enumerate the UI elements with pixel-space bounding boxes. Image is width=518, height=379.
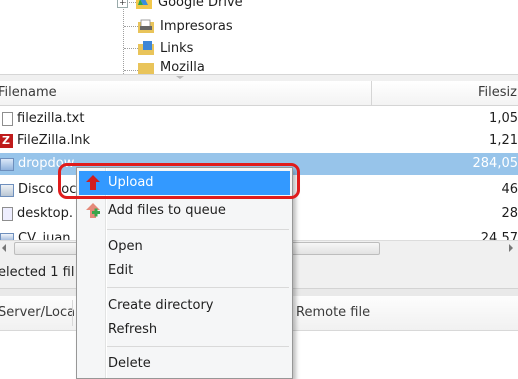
file-size: 46 [501, 179, 518, 201]
menu-separator [107, 229, 289, 230]
tree-item-impresoras[interactable]: Impresoras [124, 16, 233, 36]
file-size: 28 [501, 203, 518, 225]
filezilla-icon: Z [0, 134, 13, 148]
menu-item-edit[interactable]: Edit [79, 259, 290, 283]
menu-item-label: Refresh [108, 318, 157, 342]
column-divider[interactable] [371, 81, 372, 105]
file-name: desktop. [17, 203, 73, 225]
menu-item-delete[interactable]: Delete [79, 352, 290, 376]
file-size: 1,05 [489, 108, 518, 130]
file-size: 284,05 [473, 153, 518, 175]
highlight-callout [58, 163, 300, 199]
tree-item-google-drive[interactable]: Google Drive [124, 0, 243, 12]
menu-item-label: Create directory [108, 294, 214, 318]
menu-separator [107, 287, 289, 288]
file-size: 1,21 [489, 130, 518, 152]
menu-item-add-to-queue[interactable]: Add files to queue [79, 199, 290, 223]
folder-icon [138, 60, 154, 74]
shortcut-icon [0, 184, 14, 197]
status-text: elected 1 fil [0, 258, 74, 288]
tree-item-label: Impresoras [160, 19, 233, 34]
text-file-icon [2, 112, 13, 126]
file-name: FileZilla.lnk [17, 130, 90, 152]
scroll-left-icon[interactable] [2, 244, 6, 252]
column-header-remote-file[interactable]: Remote file [296, 296, 370, 330]
add-to-queue-icon [86, 203, 100, 218]
menu-item-label: Edit [108, 259, 133, 283]
file-list-header: Filename Filesiz [0, 81, 518, 106]
file-name: filezilla.txt [17, 108, 84, 130]
column-divider[interactable] [72, 300, 73, 326]
google-drive-icon [136, 0, 152, 9]
tree-item-label: Links [160, 41, 193, 56]
tree-item-label: Mozilla [160, 60, 205, 74]
menu-item-open[interactable]: Open [79, 235, 290, 259]
tree-item-label: Google Drive [158, 0, 243, 10]
document-icon [0, 233, 14, 241]
scroll-right-icon[interactable] [509, 244, 513, 252]
splitter-grip-icon [176, 76, 184, 79]
printers-folder-icon [138, 19, 154, 33]
file-row[interactable]: Z FileZilla.lnk 1,21 [0, 130, 518, 152]
settings-file-icon [2, 207, 13, 221]
file-size: 24,57 [481, 226, 518, 240]
column-header-filesize[interactable]: Filesiz [478, 81, 517, 105]
local-directory-tree[interactable]: + Google Drive Impresoras Links Mozilla [0, 0, 518, 74]
file-name: CV_juan [18, 226, 71, 240]
file-row[interactable]: filezilla.txt 1,05 [0, 108, 518, 130]
menu-item-create-directory[interactable]: Create directory [79, 294, 290, 318]
column-header-server-local[interactable]: Server/Loca [0, 296, 75, 330]
tree-item-mozilla[interactable]: Mozilla [124, 60, 205, 74]
menu-item-label: Delete [108, 352, 151, 376]
image-file-icon [0, 158, 14, 171]
tree-item-links[interactable]: Links [124, 38, 193, 58]
menu-item-refresh[interactable]: Refresh [79, 318, 290, 342]
column-header-filename[interactable]: Filename [0, 81, 57, 105]
menu-item-label: Add files to queue [108, 199, 226, 223]
menu-separator [107, 346, 289, 347]
menu-item-label: Open [108, 235, 143, 259]
links-folder-icon [138, 41, 154, 55]
